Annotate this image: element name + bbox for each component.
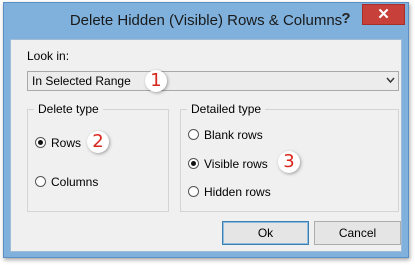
radio-label-blank-rows: Blank rows [204,128,263,142]
radio-button[interactable] [188,186,199,197]
step-badge-3: 3 [278,151,300,173]
look-in-label: Look in: [27,49,70,63]
radio-label-visible-rows: Visible rows [204,157,268,171]
look-in-value: In Selected Range [32,74,131,88]
title-bar[interactable]: Delete Hidden (Visible) Rows & Columns ?… [4,3,408,39]
step-badge-2: 2 [87,131,109,153]
radio-button[interactable] [35,137,46,148]
detailed-type-title: Detailed type [187,102,266,116]
ok-button[interactable]: Ok [222,221,309,245]
radio-blank-rows[interactable]: Blank rows [188,127,278,143]
radio-label-columns: Columns [51,175,99,189]
radio-rows[interactable]: Rows [35,135,95,151]
delete-type-group: Delete type Rows Columns [27,102,169,212]
cancel-button[interactable]: Cancel [314,221,401,245]
look-in-dropdown[interactable]: In Selected Range [27,71,399,91]
radio-columns[interactable]: Columns [35,174,115,190]
radio-button[interactable] [188,158,199,169]
close-icon[interactable]: ✕ [362,4,405,25]
chevron-down-icon[interactable] [386,77,395,84]
dialog-body: Look in: In Selected Range 1 Delete type… [10,39,402,252]
radio-button[interactable] [35,176,46,187]
step-badge-1: 1 [145,70,167,92]
radio-visible-rows[interactable]: Visible rows [188,156,278,172]
radio-label-hidden-rows: Hidden rows [204,185,271,199]
help-icon[interactable]: ? [337,10,355,28]
radio-button[interactable] [188,129,199,140]
radio-hidden-rows[interactable]: Hidden rows [188,184,278,200]
dialog-window: Delete Hidden (Visible) Rows & Columns ?… [3,2,409,258]
radio-label-rows: Rows [51,136,82,150]
delete-type-title: Delete type [34,102,103,116]
